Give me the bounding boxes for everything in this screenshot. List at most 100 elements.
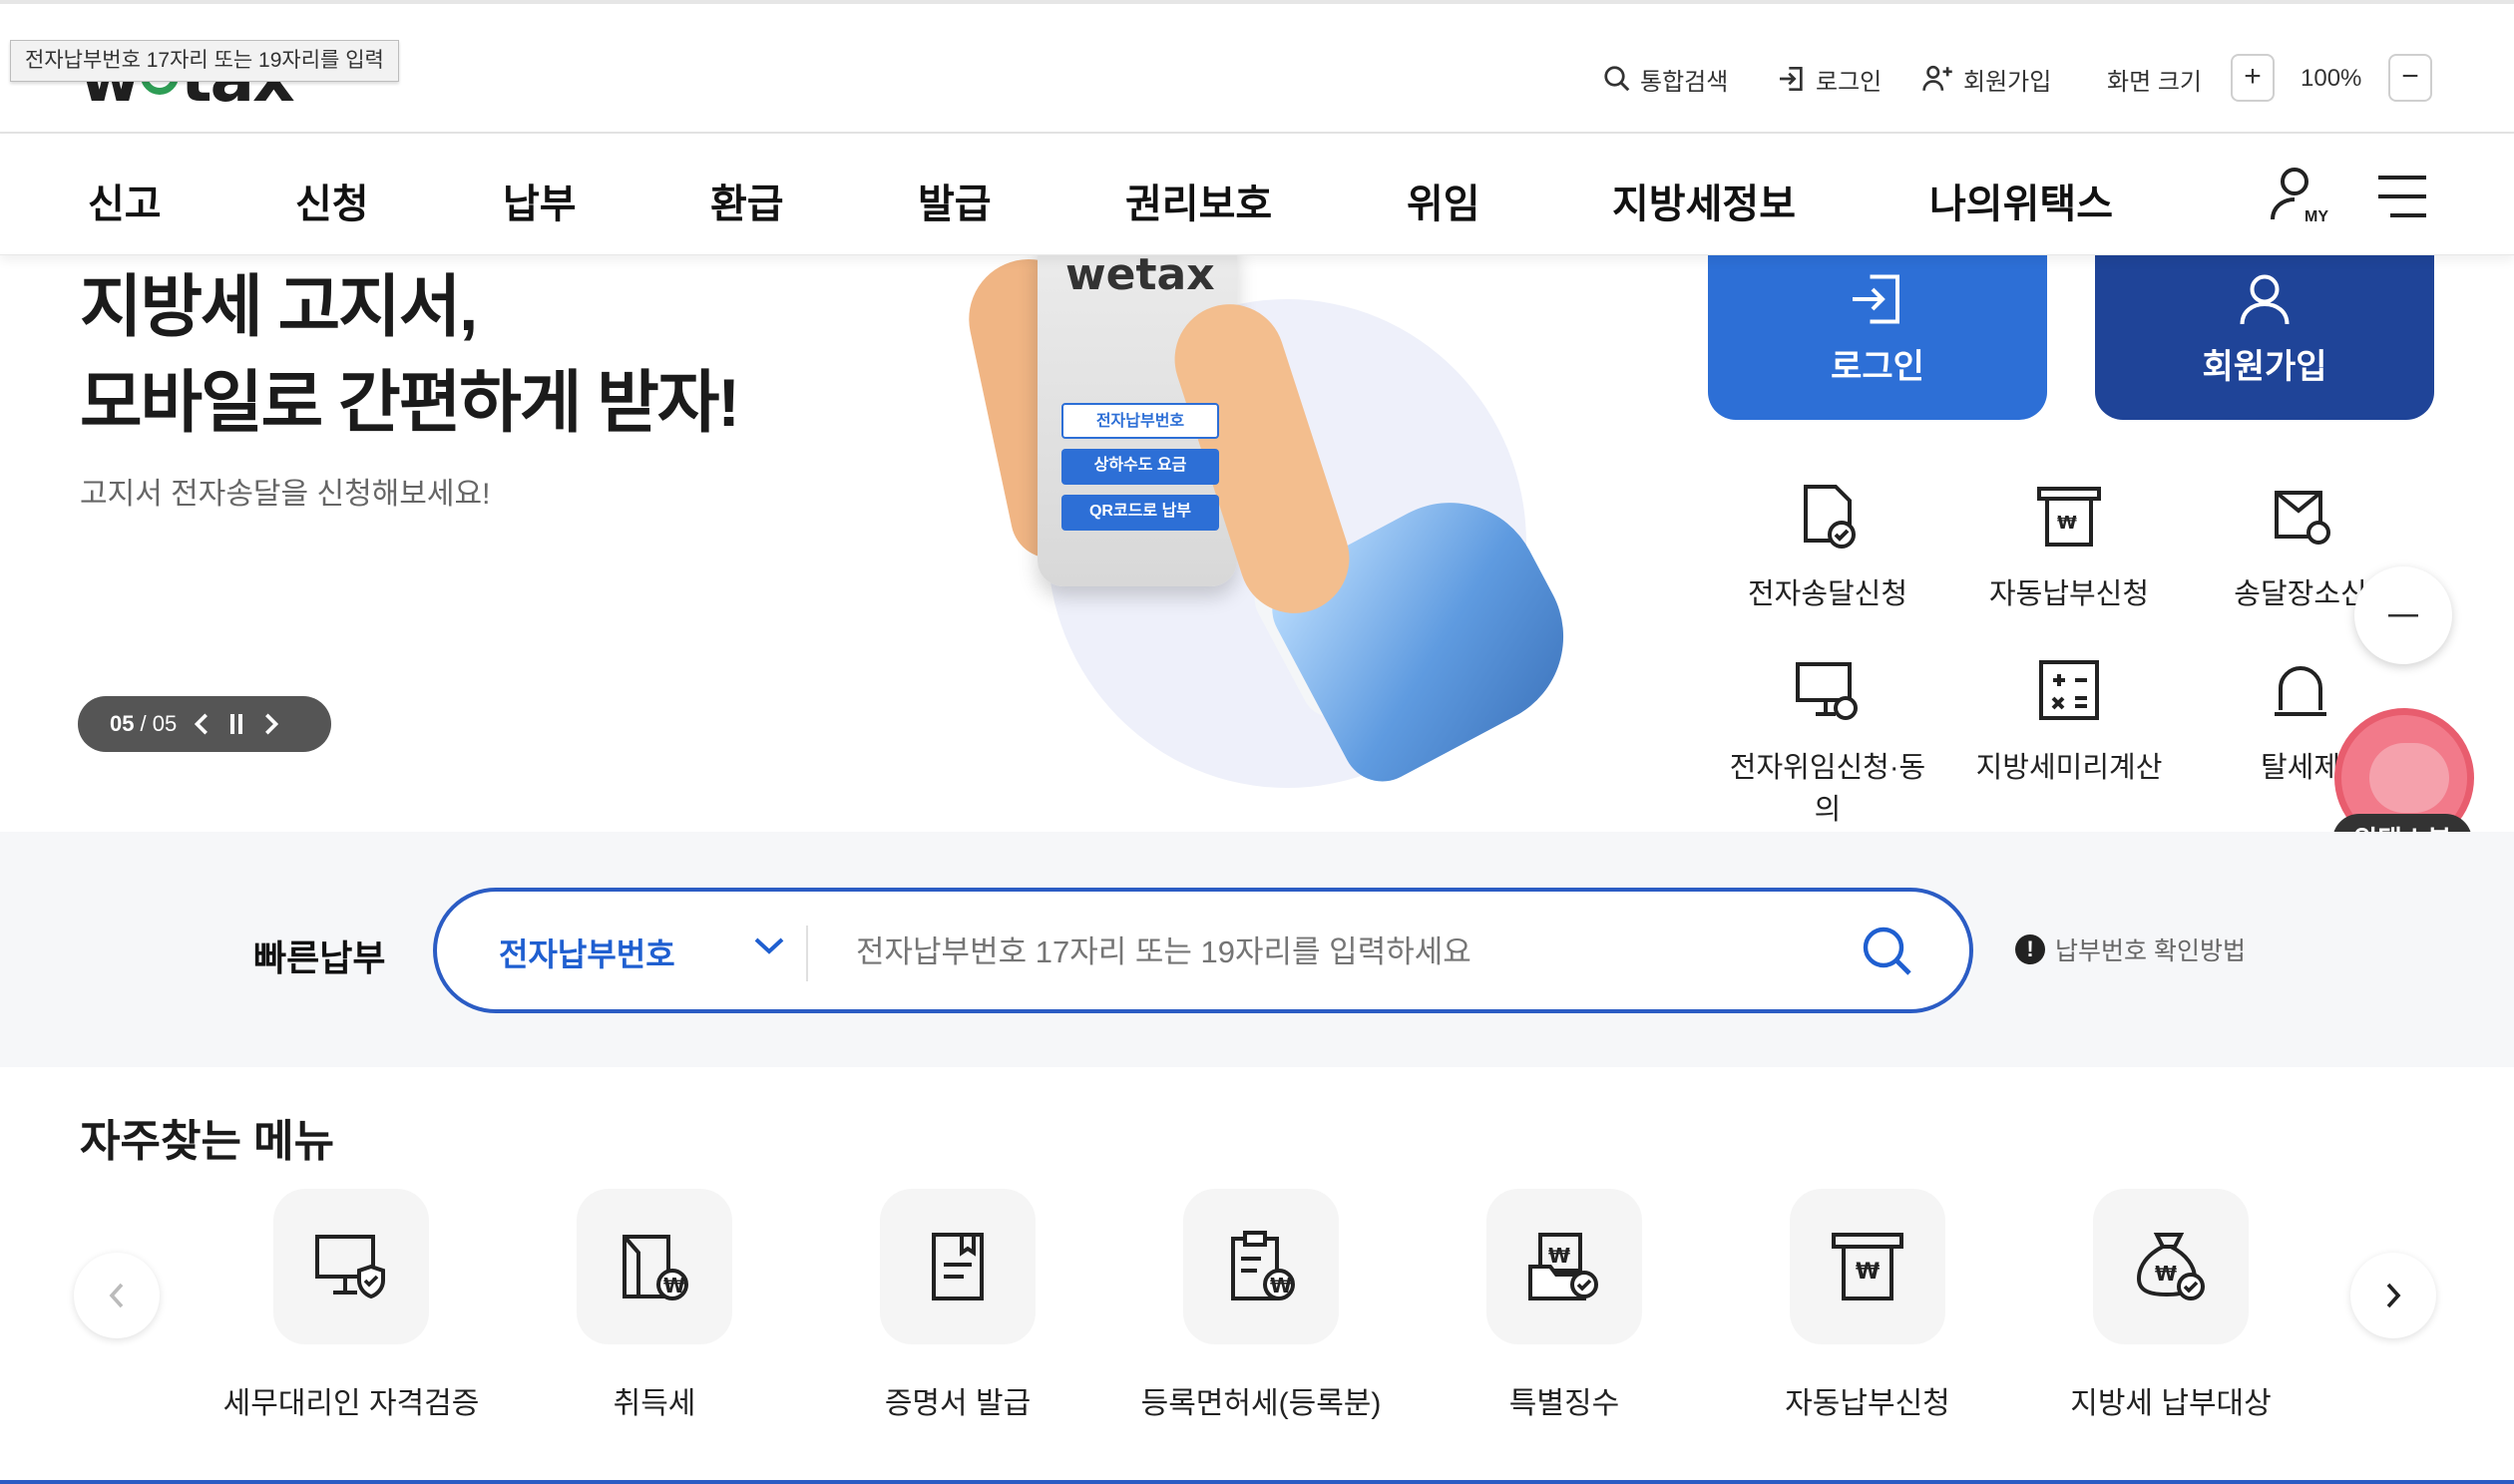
- prev-slide-button[interactable]: [195, 713, 210, 735]
- hero-login-button[interactable]: 로그인: [1708, 255, 2047, 420]
- bot-face-icon: [2369, 743, 2449, 813]
- quick-address-label: 송달장소신: [2234, 578, 2367, 610]
- svg-text:₩: ₩: [2155, 1262, 2177, 1286]
- hero-signup-button[interactable]: 회원가입: [2095, 255, 2434, 420]
- chevron-left-icon: [195, 713, 209, 735]
- nav-item-refund[interactable]: 환급: [710, 172, 784, 229]
- hero-subtitle: 고지서 전자송달을 신청해보세요!: [80, 478, 491, 511]
- frequent-item-label: 증명서 발급: [884, 1387, 1032, 1420]
- frequent-menu-title: 자주찾는 메뉴: [80, 1117, 335, 1166]
- frequent-item-label: 취득세: [613, 1387, 696, 1420]
- top-utility-bar: wtax 전자납부번호 17자리 또는 19자리를 입력 통합검색 로그인 회원…: [0, 0, 2514, 134]
- frequent-item-agent-verify[interactable]: 세무대리인 자격검증: [202, 1189, 501, 1422]
- my-user-icon[interactable]: MY: [2267, 164, 2330, 227]
- hero-pager: 05 / 05: [78, 696, 331, 752]
- calculator-icon: [2039, 660, 2099, 720]
- chevron-right-icon: [265, 713, 279, 735]
- signup-link[interactable]: 회원가입: [1921, 56, 2051, 102]
- frequent-item-label: 세무대리인 자격검증: [222, 1387, 480, 1420]
- quick-pay-label: 빠른납부: [253, 937, 386, 978]
- quick-esend[interactable]: 전자송달신청: [1718, 481, 1937, 612]
- frequent-prev-button[interactable]: [74, 1253, 160, 1338]
- minus-icon: [2388, 614, 2418, 617]
- search-icon[interactable]: [1860, 924, 1915, 979]
- chevron-right-icon: [2386, 1283, 2401, 1308]
- hero-title: 지방세 고지서, 모바일로 간편하게 받자!: [80, 259, 740, 451]
- integrated-search-link[interactable]: 통합검색: [1602, 56, 1728, 102]
- nav-item-tax-info[interactable]: 지방세정보: [1612, 172, 1796, 229]
- frequent-next-button[interactable]: [2350, 1253, 2436, 1338]
- frequent-item-registration-tax[interactable]: ₩ 등록면허세(등록분): [1111, 1189, 1411, 1422]
- quick-calculator-label: 지방세미리계산: [1975, 752, 2163, 784]
- hero-login-label: 로그인: [1831, 348, 1924, 386]
- atm-receipt-icon: ₩: [1790, 1189, 1945, 1344]
- user-icon: [2240, 274, 2290, 325]
- login-icon: [1780, 67, 1803, 91]
- box-won-icon: ₩: [577, 1189, 732, 1344]
- quick-esend-label: 전자송달신청: [1747, 578, 1908, 610]
- zoom-in-button[interactable]: +: [2231, 54, 2275, 102]
- frequent-item-special-collection[interactable]: ₩ 특별징수: [1415, 1189, 1714, 1422]
- next-slide-button[interactable]: [262, 713, 279, 735]
- frequent-item-tax-payable[interactable]: ₩ 지방세 납부대상: [2021, 1189, 2320, 1422]
- nav-item-report[interactable]: 신고: [88, 172, 162, 229]
- select-divider: [806, 926, 808, 981]
- quick-autopay[interactable]: ₩ 자동납부신청: [1959, 481, 2179, 612]
- zoom-out-fab[interactable]: [2354, 566, 2452, 664]
- svg-text:₩: ₩: [1548, 1244, 1570, 1268]
- page-bottom-accent: [0, 1480, 2514, 1484]
- zoom-out-button[interactable]: −: [2388, 54, 2432, 102]
- phone-btn-qr: QR코드로 납부: [1061, 495, 1219, 531]
- search-icon: [1604, 66, 1630, 92]
- nav-item-pay[interactable]: 납부: [503, 172, 577, 229]
- nav-item-my-wetax[interactable]: 나의위택스: [1929, 172, 2113, 229]
- payment-number-input[interactable]: [856, 928, 1814, 977]
- login-label: 로그인: [1816, 68, 1883, 96]
- quick-edelegation[interactable]: 전자위임신청·동의: [1718, 654, 1937, 828]
- info-icon: !: [2015, 934, 2045, 964]
- quick-calculator[interactable]: 지방세미리계산: [1959, 654, 2179, 786]
- pager-current: 05: [110, 711, 135, 736]
- frequent-item-acquisition-tax[interactable]: ₩ 취득세: [505, 1189, 804, 1422]
- quick-pay-box: 전자납부번호: [433, 888, 1973, 1013]
- quick-autopay-label: 자동납부신청: [1988, 578, 2150, 610]
- folder-won-check-icon: ₩: [1486, 1189, 1642, 1344]
- siren-bell-icon: [2275, 666, 2326, 716]
- payment-number-help-link[interactable]: ! 납부번호 확인방법: [2015, 931, 2246, 967]
- search-label: 통합검색: [1640, 68, 1729, 96]
- frequent-item-label: 특별징수: [1508, 1387, 1620, 1420]
- atm-receipt-icon: ₩: [2037, 487, 2101, 547]
- svg-text:MY: MY: [2304, 208, 2328, 225]
- nav-item-issue[interactable]: 발급: [918, 172, 992, 229]
- login-icon: [1853, 274, 1899, 324]
- hero-signup-label: 회원가입: [2202, 348, 2327, 386]
- chevron-down-icon[interactable]: [754, 935, 784, 955]
- frequent-item-autopay[interactable]: ₩ 자동납부신청: [1718, 1189, 2017, 1422]
- nav-item-apply[interactable]: 신청: [295, 172, 369, 229]
- pause-slide-button[interactable]: [228, 714, 244, 734]
- frequent-item-certificate[interactable]: 증명서 발급: [808, 1189, 1107, 1422]
- frequent-item-label: 지방세 납부대상: [2070, 1387, 2272, 1420]
- chevron-left-icon: [109, 1283, 124, 1308]
- phone-btn-water: 상하수도 요금: [1061, 449, 1219, 485]
- svg-text:₩: ₩: [1270, 1274, 1292, 1298]
- login-link[interactable]: 로그인: [1776, 56, 1882, 102]
- money-bag-check-icon: ₩: [2093, 1189, 2249, 1344]
- frequent-item-label: 등록면허세(등록분): [1140, 1387, 1382, 1420]
- user-plus-icon: [1922, 65, 1952, 91]
- frequent-item-label: 자동납부신청: [1785, 1387, 1950, 1420]
- monitor-shield-icon: [273, 1189, 429, 1344]
- pay-type-select[interactable]: 전자납부번호: [499, 929, 675, 975]
- nav-item-rights[interactable]: 권리보호: [1125, 172, 1272, 229]
- screen-size-label: 화면 크기: [2107, 68, 2202, 96]
- zoom-level: 100%: [2301, 65, 2362, 92]
- document-check-icon: [1804, 485, 1856, 549]
- svg-text:₩: ₩: [663, 1274, 685, 1298]
- phone-logo: wetax: [1065, 249, 1215, 300]
- nav-item-delegation[interactable]: 위임: [1407, 172, 1480, 229]
- hero-title-line2: 모바일로 간편하게 받자!: [80, 365, 740, 441]
- quick-edelegation-label: 전자위임신청·동의: [1729, 752, 1926, 826]
- hamburger-icon[interactable]: [2376, 174, 2428, 219]
- pause-icon: [230, 714, 243, 734]
- svg-text:₩: ₩: [2057, 513, 2077, 534]
